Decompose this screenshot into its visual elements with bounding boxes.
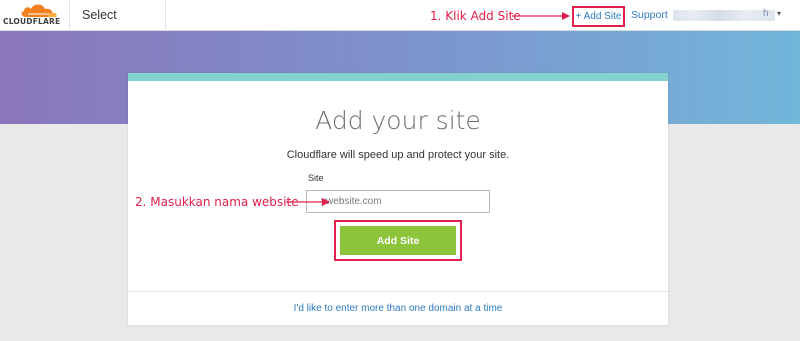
account-menu[interactable]: [673, 10, 775, 21]
cloudflare-logo[interactable]: CLOUDFLARE: [0, 0, 70, 31]
arrow-right-icon: [512, 12, 570, 20]
add-site-nav-link[interactable]: + Add Site: [572, 6, 625, 27]
top-nav: CLOUDFLARE Select Website 1. Klik Add Si…: [0, 0, 800, 53]
page-title: Add your site: [315, 106, 481, 135]
card-accent-bar: [128, 73, 668, 81]
annotation-step-1: 1. Klik Add Site: [430, 9, 521, 23]
select-website-menu[interactable]: Select Website: [70, 0, 166, 53]
chevron-down-icon[interactable]: ▾: [777, 9, 781, 18]
card-subtitle: Cloudflare will speed up and protect you…: [286, 149, 510, 161]
annotation-step-2: 2. Masukkan nama website: [135, 195, 299, 209]
account-name-suffix: h: [763, 8, 769, 19]
add-site-button[interactable]: Add Site: [340, 226, 456, 255]
support-link[interactable]: Support: [631, 9, 668, 21]
card-divider: [128, 291, 668, 292]
arrow-right-icon: [286, 198, 330, 206]
logo-text: CLOUDFLARE: [3, 17, 61, 26]
site-field-label: Site: [308, 173, 324, 183]
cloudflare-cloud-icon: [21, 4, 57, 17]
multiple-domains-link[interactable]: I'd like to enter more than one domain a…: [128, 303, 668, 314]
site-input[interactable]: [306, 190, 490, 213]
